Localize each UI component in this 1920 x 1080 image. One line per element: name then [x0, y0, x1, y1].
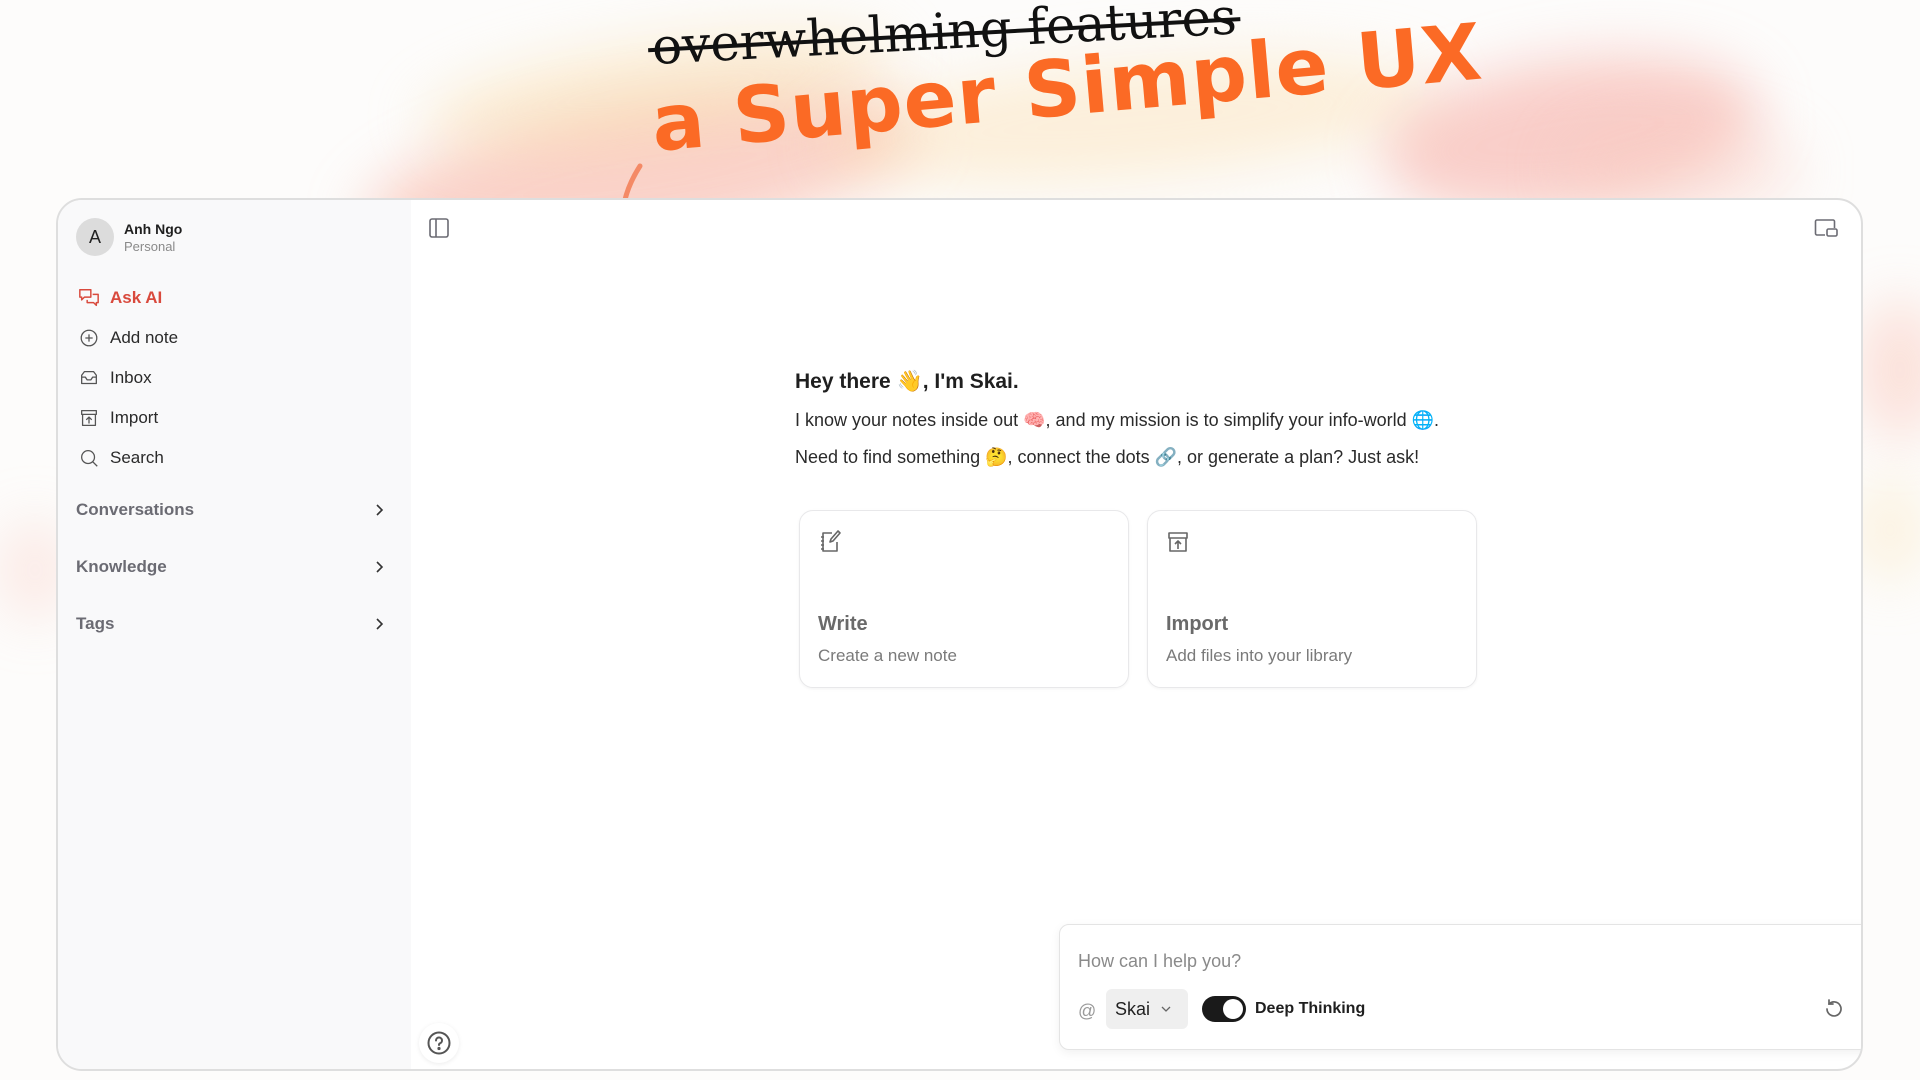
inbox-icon: [81, 370, 97, 385]
section-tags[interactable]: Tags: [76, 614, 386, 634]
section-label: Knowledge: [76, 557, 167, 576]
card-title: Import: [1166, 613, 1229, 635]
chevron-right-icon: [376, 561, 384, 573]
sidebar-item-label: Search: [110, 448, 164, 467]
sidebar-item-add-note[interactable]: Add note: [78, 318, 388, 358]
greeting: Hey there 👋, I'm Skai. I know your notes…: [795, 370, 1555, 468]
picture-in-picture-icon[interactable]: [1813, 216, 1839, 240]
plus-circle-icon: [80, 329, 98, 347]
section-knowledge[interactable]: Knowledge: [76, 557, 386, 577]
deep-thinking-toggle[interactable]: [1202, 996, 1246, 1022]
card-title: Write: [818, 613, 868, 635]
sidebar-item-label: Import: [110, 408, 159, 427]
reset-icon[interactable]: [1822, 997, 1846, 1021]
section-conversations[interactable]: Conversations: [76, 500, 386, 520]
sidebar-item-search[interactable]: Search: [78, 438, 388, 478]
watercolor-splash: [1860, 300, 1920, 440]
model-select[interactable]: Skai: [1106, 989, 1188, 1029]
greeting-line: Need to find something 🤔, connect the do…: [795, 447, 1420, 467]
user-profile[interactable]: A Anh Ngo Personal: [76, 218, 182, 256]
greeting-line: I know your notes inside out 🧠, and my m…: [795, 410, 1440, 430]
sidebar-item-inbox[interactable]: Inbox: [78, 358, 388, 398]
mention-symbol[interactable]: @: [1078, 1001, 1096, 1022]
chat-input[interactable]: [1078, 951, 1861, 972]
import-card[interactable]: Import Add files into your library: [1147, 510, 1477, 688]
watercolor-splash: [1860, 480, 1920, 580]
chat-bubbles-icon: [79, 289, 99, 307]
help-circle-icon: [427, 1031, 451, 1055]
quick-actions: Write Create a new note Import Add files…: [799, 510, 1477, 688]
import-archive-icon: [1168, 532, 1188, 552]
greeting-title: Hey there 👋, I'm Skai.: [795, 370, 1019, 393]
workspace-name: Personal: [124, 238, 176, 254]
sidebar-item-label: Add note: [110, 328, 179, 347]
chevron-right-icon: [376, 504, 384, 516]
avatar: A: [76, 218, 114, 256]
chevron-down-icon: [1161, 1006, 1171, 1012]
deep-thinking-label: Deep Thinking: [1255, 1000, 1366, 1017]
sidebar-item-label: Inbox: [110, 368, 152, 387]
sidebar: A Anh Ngo Personal Ask AI Add note Inbox…: [58, 200, 411, 1069]
card-subtitle: Create a new note: [818, 646, 957, 665]
app-window: A Anh Ngo Personal Ask AI Add note Inbox…: [56, 198, 1863, 1071]
section-label: Conversations: [76, 500, 195, 519]
sidebar-item-label: Ask AI: [110, 288, 163, 307]
sidebar-toggle-icon[interactable]: [427, 216, 451, 240]
sidebar-item-ask-ai[interactable]: Ask AI: [78, 278, 388, 318]
sidebar-item-import[interactable]: Import: [78, 398, 388, 438]
model-name: Skai: [1115, 998, 1151, 1019]
user-name: Anh Ngo: [124, 220, 183, 237]
import-archive-icon: [81, 410, 97, 426]
chevron-right-icon: [376, 618, 384, 630]
search-icon: [81, 450, 98, 467]
sidebar-nav: Ask AI Add note Inbox Import Search: [78, 278, 388, 478]
card-subtitle: Add files into your library: [1166, 646, 1353, 665]
write-card[interactable]: Write Create a new note: [799, 510, 1129, 688]
section-label: Tags: [76, 614, 115, 633]
help-button[interactable]: [419, 1023, 459, 1063]
notebook-pen-icon: [821, 530, 841, 552]
main-panel: Hey there 👋, I'm Skai. I know your notes…: [411, 200, 1861, 1069]
chat-composer: @ Skai Deep Thinking: [1059, 924, 1861, 1050]
